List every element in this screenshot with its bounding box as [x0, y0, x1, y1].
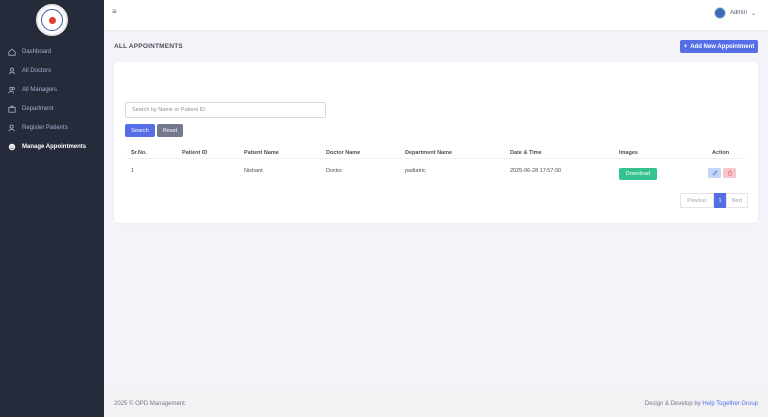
column-header-patient-name: Patient Name — [244, 150, 279, 156]
sidebar-item-label: Department — [22, 105, 54, 112]
sidebar-item-label: Register Patients — [22, 124, 68, 131]
sidebar-item-label: Dashboard — [22, 48, 52, 55]
footer-credit: Design & Develop by Help Together Group — [645, 401, 758, 407]
chevron-down-icon: ⌄ — [750, 10, 756, 17]
clinic-logo[interactable] — [36, 4, 68, 36]
add-appointment-button[interactable]: + Add New Appointment — [680, 40, 758, 53]
column-header-date-time: Date & Time — [510, 150, 542, 156]
topbar: ≡ Admin ⌄ — [104, 0, 768, 31]
pencil-icon — [712, 170, 718, 176]
reset-button[interactable]: Reset — [157, 124, 183, 137]
search-button[interactable]: Search — [125, 124, 155, 137]
sidebar-item-manage-appointments[interactable]: Manage Appointments — [0, 137, 104, 156]
pagination-page-1[interactable]: 1 — [714, 193, 726, 208]
footer-credit-link[interactable]: Help Together Group — [702, 401, 758, 407]
user-icon — [8, 67, 16, 75]
footer-credit-prefix: Design & Develop by — [644, 401, 703, 407]
sidebar-nav: Dashboard All Doctors All Managers Depar… — [0, 42, 104, 156]
sidebar-item-label: All Managers — [22, 86, 58, 93]
menu-toggle-icon[interactable]: ≡ — [112, 7, 117, 16]
edit-button[interactable] — [708, 168, 721, 178]
main-content: ALL APPOINTMENTS + Add New Appointment S… — [104, 31, 768, 386]
plus-icon: + — [683, 43, 688, 50]
search-input[interactable]: Search by Name or Patient ID — [125, 102, 326, 118]
sidebar-item-register-patients[interactable]: Register Patients — [0, 118, 104, 137]
column-header-images: Images — [619, 150, 638, 156]
trash-icon — [727, 170, 732, 176]
table-header-divider — [125, 158, 747, 159]
cell-sr-no: 1 — [131, 168, 135, 174]
sidebar-item-all-doctors[interactable]: All Doctors — [0, 61, 104, 80]
pagination-next[interactable]: Next — [726, 193, 748, 208]
user-add-icon — [8, 124, 16, 132]
user-menu[interactable]: Admin ⌄ — [713, 7, 756, 19]
column-header-patient-id: Patient ID — [182, 150, 208, 156]
user-name: Admin — [729, 10, 747, 16]
briefcase-icon — [8, 105, 16, 113]
logo-area — [0, 0, 104, 40]
cell-date-time: 2025-06-28 17:57:00 — [510, 168, 562, 174]
sidebar-item-label: Manage Appointments — [22, 143, 87, 150]
home-icon — [8, 48, 16, 56]
avatar — [713, 7, 726, 19]
column-header-department-name: Department Name — [405, 150, 453, 156]
sidebar-item-department[interactable]: Department — [0, 99, 104, 118]
column-header-doctor-name: Doctor Name — [326, 150, 361, 156]
pagination-previous[interactable]: Previous — [680, 193, 714, 208]
delete-button[interactable] — [723, 168, 736, 178]
sidebar: Dashboard All Doctors All Managers Depar… — [0, 0, 104, 417]
footer: 2025 © OPD Management. Design & Develop … — [104, 386, 768, 417]
pagination: Previous 1 Next — [680, 193, 748, 208]
sidebar-item-dashboard[interactable]: Dashboard — [0, 42, 104, 61]
column-header-sr-no: Sr.No. — [131, 150, 147, 156]
sidebar-item-label: All Doctors — [22, 67, 52, 74]
cell-patient-name: Nishant — [244, 168, 263, 174]
footer-copyright: 2025 © OPD Management. — [114, 401, 187, 407]
appointments-card: Search by Name or Patient ID Search Rese… — [114, 62, 758, 223]
cell-department-name: padiatric — [405, 168, 426, 174]
sidebar-item-all-managers[interactable]: All Managers — [0, 80, 104, 99]
download-button[interactable]: Download — [619, 168, 657, 180]
page-title: ALL APPOINTMENTS — [114, 43, 183, 50]
add-appointment-label: Add New Appointment — [690, 43, 755, 50]
cell-doctor-name: Doctor — [326, 168, 343, 174]
smile-icon — [8, 143, 16, 151]
users-icon — [8, 86, 16, 94]
column-header-action: Action — [712, 150, 730, 156]
